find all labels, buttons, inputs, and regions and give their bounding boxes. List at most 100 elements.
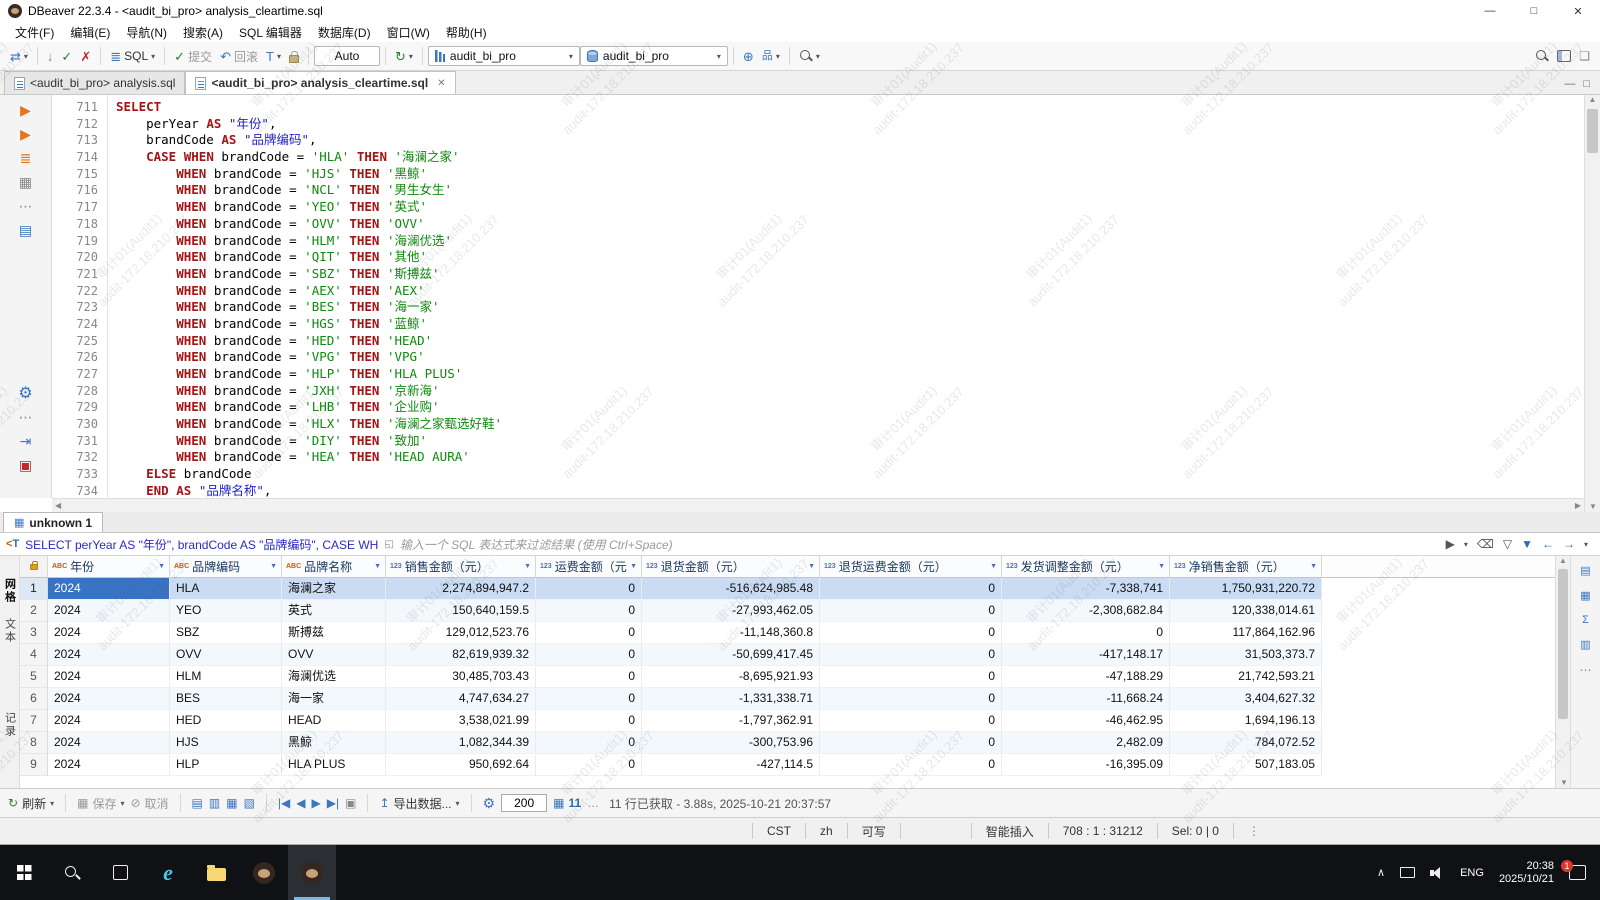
status-caret-position[interactable]: 708 : 1 : 31212 <box>1049 824 1157 838</box>
nav-last-button[interactable]: ▶| <box>327 796 339 810</box>
table-row[interactable]: 7 2024 HED HEAD 3,538,021.99 0 -1,797,362.91 0-… <box>20 710 1556 732</box>
column-header-9[interactable]: 123 净销售金额（元） ▼ <box>1170 556 1322 578</box>
menu-search[interactable]: 搜索(A) <box>176 22 230 43</box>
fetch-next-button[interactable]: ↓ <box>43 48 58 65</box>
code-line[interactable]: ELSE brandCode <box>116 466 1584 483</box>
grid-cell[interactable]: 2024 <box>48 688 170 710</box>
scroll-down-icon[interactable]: ▼ <box>1560 778 1568 787</box>
code-line[interactable]: WHEN brandCode = 'HEA' THEN 'HEAD AURA' <box>116 449 1584 466</box>
grid-cell[interactable]: 2024 <box>48 600 170 622</box>
sort-icon[interactable]: ▼ <box>371 563 381 570</box>
autocommit-combo[interactable]: Auto <box>313 46 380 66</box>
grid-cell[interactable]: 2024 <box>48 644 170 666</box>
grid-panel-icon[interactable]: ▦ <box>1580 589 1590 602</box>
grid-cell[interactable]: 0 <box>820 622 1002 644</box>
grid-cell[interactable]: 黑鲸 <box>282 732 386 754</box>
grid-cell[interactable]: -427,114.5 <box>642 754 820 776</box>
tray-expand-icon[interactable]: ∧ <box>1377 866 1385 879</box>
column-header-8[interactable]: 123 发货调整金额（元） ▼ <box>1002 556 1170 578</box>
grid-cell[interactable]: 2024 <box>48 754 170 776</box>
grid-cell[interactable]: 2024 <box>48 732 170 754</box>
scroll-left-icon[interactable]: ◀ <box>55 501 61 510</box>
menu-help[interactable]: 帮助(H) <box>439 22 494 43</box>
grid-cell[interactable]: 0 <box>536 622 642 644</box>
history-back-icon[interactable]: ← <box>1542 537 1554 551</box>
network-button[interactable]: 品 ▾ <box>758 48 784 65</box>
presentation-grid-tab[interactable]: 网格 <box>2 578 18 604</box>
code-line[interactable]: WHEN brandCode = 'HGS' THEN '蓝鲸' <box>116 316 1584 333</box>
sort-icon[interactable]: ▼ <box>521 563 531 570</box>
editor-horizontal-scrollbar[interactable]: ◀ ▶ <box>52 498 1584 512</box>
menu-window[interactable]: 窗口(W) <box>380 22 437 43</box>
grid-cell[interactable]: 507,183.05 <box>1170 754 1322 776</box>
grid-cell[interactable]: OVV <box>282 644 386 666</box>
messages-panel-icon[interactable]: ▤ <box>19 223 32 238</box>
sort-icon[interactable]: ▼ <box>1307 563 1317 570</box>
code-line[interactable]: CASE WHEN brandCode = 'HLA' THEN '海澜之家' <box>116 149 1584 166</box>
start-button[interactable] <box>0 845 48 900</box>
grid-cell[interactable]: 129,012,523.76 <box>386 622 536 644</box>
grid-cell[interactable]: 2,274,894,947.2 <box>386 578 536 600</box>
grid-cell[interactable]: -16,395.09 <box>1002 754 1170 776</box>
code-lines[interactable]: SELECT perYear AS "年份", brandCode AS "品牌… <box>108 95 1584 498</box>
grid-cell[interactable]: 120,338,014.61 <box>1170 600 1322 622</box>
nav-prev-button[interactable]: ◀ <box>296 796 305 810</box>
grid-cell[interactable]: 1,750,931,220.72 <box>1170 578 1322 600</box>
perspective-icon[interactable] <box>1557 50 1572 62</box>
grid-cell[interactable]: 0 <box>536 754 642 776</box>
chevron-down-icon[interactable]: ▾ <box>1584 540 1588 549</box>
column-header-5[interactable]: 123运费金额（元）▼ <box>536 556 642 578</box>
grid-cell[interactable]: -11,148,360.8 <box>642 622 820 644</box>
focus-cell-icon[interactable]: ▣ <box>345 796 356 810</box>
grid-cell[interactable]: 0 <box>536 600 642 622</box>
table-row[interactable]: 5 2024 HLM 海澜优选 30,485,703.43 0 -8,695,921.93 0… <box>20 666 1556 688</box>
remove-filter-icon[interactable]: ▽ <box>1503 537 1512 551</box>
grid-cell[interactable]: 海澜之家 <box>282 578 386 600</box>
presentation-text-tab[interactable]: 文本 <box>2 618 18 644</box>
code-line[interactable]: WHEN brandCode = 'HLM' THEN '海澜优选' <box>116 233 1584 250</box>
grid-cell[interactable]: SBZ <box>170 622 282 644</box>
code-line[interactable]: WHEN brandCode = 'LHB' THEN '企业购' <box>116 399 1584 416</box>
grid-cell[interactable]: 0 <box>536 578 642 600</box>
grid-cell[interactable]: 2024 <box>48 666 170 688</box>
dbeaver-taskbar-button-1[interactable] <box>240 845 288 900</box>
tab-close-icon[interactable]: ✕ <box>437 78 445 89</box>
filter-placeholder[interactable]: 输入一个 SQL 表达式来过滤结果 (使用 Ctrl+Space) <box>400 536 673 553</box>
grid-cell[interactable]: 0 <box>536 644 642 666</box>
row-number[interactable]: 2 <box>20 600 48 622</box>
table-row[interactable]: 9 2024 HLP HLA PLUS 950,692.64 0 -427,114.5 0 -1… <box>20 754 1556 776</box>
grid-cell[interactable]: 3,404,627.32 <box>1170 688 1322 710</box>
code-line[interactable]: WHEN brandCode = 'AEX' THEN 'AEX' <box>116 283 1584 300</box>
sql-editor-button[interactable]: ≣ SQL ▾ <box>106 47 159 65</box>
input-language[interactable]: ENG <box>1460 867 1484 879</box>
code-line[interactable]: WHEN brandCode = 'DIY' THEN '致加' <box>116 433 1584 450</box>
grid-cell[interactable]: HLP <box>170 754 282 776</box>
maximize-panel-icon[interactable]: □ <box>1583 78 1590 90</box>
display-tray-icon[interactable] <box>1400 867 1416 878</box>
grid-cell[interactable]: HEAD <box>282 710 386 732</box>
menu-navigate[interactable]: 导航(N) <box>119 22 174 43</box>
grid-cell[interactable]: 950,692.64 <box>386 754 536 776</box>
row-number[interactable]: 4 <box>20 644 48 666</box>
row-number[interactable]: 3 <box>20 622 48 644</box>
code-line[interactable]: WHEN brandCode = 'YEO' THEN '英式' <box>116 199 1584 216</box>
explorer-button[interactable] <box>192 845 240 900</box>
close-button[interactable]: ✕ <box>1556 0 1600 22</box>
filter-query-text[interactable]: SELECT perYear AS "年份", brandCode AS "品牌… <box>25 536 378 553</box>
globe-button[interactable]: ⊕ <box>739 48 758 65</box>
code-line[interactable]: SELECT <box>116 99 1584 116</box>
cancel-button[interactable]: ⊘ 取消 <box>130 795 168 812</box>
grid-cell[interactable]: 3,538,021.99 <box>386 710 536 732</box>
grid-cell[interactable]: 0 <box>820 710 1002 732</box>
grid-cell[interactable]: 0 <box>820 578 1002 600</box>
code-line[interactable]: WHEN brandCode = 'HLP' THEN 'HLA PLUS' <box>116 366 1584 383</box>
grid-cell[interactable]: 0 <box>820 688 1002 710</box>
grid-cell[interactable]: 2,482.09 <box>1002 732 1170 754</box>
menu-sql-editor[interactable]: SQL 编辑器 <box>232 22 309 43</box>
code-line[interactable]: WHEN brandCode = 'OVV' THEN 'OVV' <box>116 216 1584 233</box>
dbeaver-taskbar-button-2[interactable] <box>288 845 336 900</box>
ie-button[interactable]: e <box>144 845 192 900</box>
transaction-log-button[interactable]: T ▾ <box>262 48 285 65</box>
maximize-button[interactable]: □ <box>1512 0 1556 22</box>
grid-cell[interactable]: -1,797,362.91 <box>642 710 820 732</box>
